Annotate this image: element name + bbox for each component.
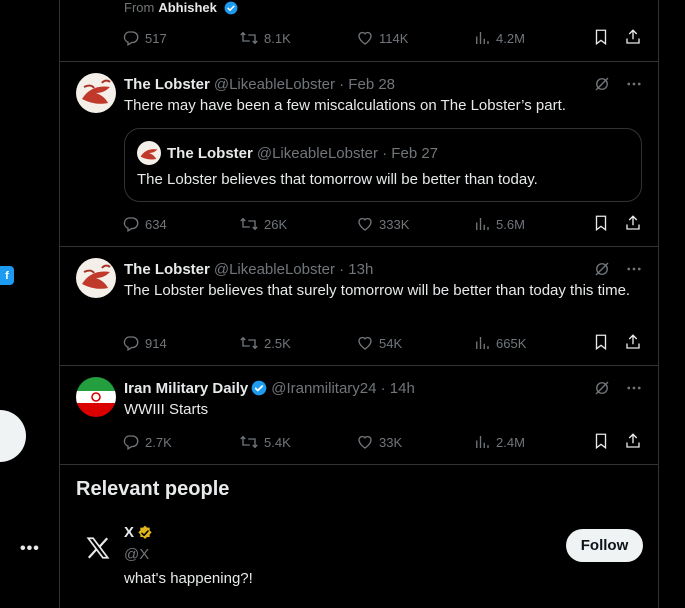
follow-button[interactable]: Follow: [566, 529, 643, 562]
verified-icon: [224, 1, 238, 15]
views-button[interactable]: 5.6M: [473, 215, 590, 233]
share-icon[interactable]: [624, 28, 642, 49]
like-icon: [356, 215, 374, 233]
tweet[interactable]: The Lobster @LikeableLobster · Feb 28 Th…: [60, 62, 659, 247]
tweet-text: WWIII Starts: [124, 401, 209, 418]
like-button[interactable]: 114K: [356, 29, 473, 47]
quote-author-handle: @LikeableLobster · Feb 27: [256, 144, 439, 162]
views-icon: [473, 433, 491, 451]
avatar[interactable]: [76, 258, 116, 298]
repost-icon: [239, 334, 259, 352]
tweet-header: Iran Military Daily @Iranmilitary24 · 14…: [124, 378, 643, 398]
reply-button[interactable]: 634: [122, 215, 239, 233]
repost-button[interactable]: 5.4K: [239, 433, 356, 451]
timeline-column: From Abhishek 517 8.1K 114K 4.2M The Lob…: [59, 0, 659, 608]
like-icon: [356, 29, 374, 47]
tweet-text: The Lobster believes that surely tomorro…: [124, 282, 631, 299]
repost-icon: [239, 215, 259, 233]
person-bio: what's happening?!: [124, 570, 253, 587]
more-icon[interactable]: [625, 379, 643, 397]
repost-icon: [239, 29, 259, 47]
tweet-top-partial[interactable]: From Abhishek 517 8.1K 114K 4.2M: [60, 0, 659, 62]
grok-icon[interactable]: [593, 260, 611, 278]
grok-icon[interactable]: [593, 75, 611, 93]
reply-icon: [122, 29, 140, 47]
more-icon[interactable]: [625, 260, 643, 278]
repost-button[interactable]: 26K: [239, 215, 356, 233]
author-handle[interactable]: @LikeableLobster · Feb 28: [214, 76, 395, 93]
like-icon: [356, 334, 374, 352]
views-button[interactable]: 665K: [473, 334, 590, 352]
facebook-badge[interactable]: f: [0, 266, 14, 285]
author-name[interactable]: The Lobster: [124, 76, 210, 93]
author-name[interactable]: The Lobster: [124, 261, 210, 278]
views-button[interactable]: 4.2M: [473, 29, 590, 47]
person-name[interactable]: X: [124, 524, 134, 541]
avatar[interactable]: [76, 73, 116, 113]
bookmark-icon[interactable]: [592, 214, 610, 235]
reply-button[interactable]: 914: [122, 334, 239, 352]
quote-tweet[interactable]: The Lobster @LikeableLobster · Feb 27 Th…: [124, 128, 642, 202]
like-icon: [356, 433, 374, 451]
reply-icon: [122, 215, 140, 233]
from-name[interactable]: Abhishek: [158, 0, 217, 15]
reply-icon: [122, 433, 140, 451]
person-handle[interactable]: @X: [124, 546, 149, 563]
like-button[interactable]: 33K: [356, 433, 473, 451]
like-button[interactable]: 54K: [356, 334, 473, 352]
tweet-text: There may have been a few miscalculation…: [124, 97, 566, 114]
bookmark-icon[interactable]: [592, 333, 610, 354]
avatar[interactable]: [76, 377, 116, 417]
reply-button[interactable]: 517: [122, 29, 239, 47]
views-icon: [473, 215, 491, 233]
views-icon: [473, 29, 491, 47]
tweet[interactable]: Iran Military Daily @Iranmilitary24 · 14…: [60, 366, 659, 465]
quote-author-name: The Lobster: [167, 144, 253, 162]
action-bar: 914 2.5K 54K 665K: [122, 333, 642, 353]
tweet[interactable]: The Lobster @LikeableLobster · 13h The L…: [60, 247, 659, 366]
author-name[interactable]: Iran Military Daily: [124, 380, 248, 397]
bookmark-icon[interactable]: [592, 432, 610, 453]
share-icon[interactable]: [624, 214, 642, 235]
repost-button[interactable]: 2.5K: [239, 334, 356, 352]
repost-icon: [239, 433, 259, 451]
action-bar: 634 26K 333K 5.6M: [122, 214, 642, 234]
reply-icon: [122, 334, 140, 352]
action-bar: 517 8.1K 114K 4.2M: [122, 28, 642, 48]
verified-gold-icon: [137, 525, 153, 541]
relevant-person[interactable]: X @X what's happening?! Follow: [60, 520, 659, 608]
grok-icon[interactable]: [593, 379, 611, 397]
compose-button[interactable]: [0, 410, 26, 462]
repost-button[interactable]: 8.1K: [239, 29, 356, 47]
views-button[interactable]: 2.4M: [473, 433, 590, 451]
quote-avatar: [137, 141, 161, 165]
verified-icon: [251, 380, 267, 396]
tweet-header: The Lobster @LikeableLobster · 13h: [124, 259, 643, 279]
from-row: From Abhishek: [124, 0, 238, 15]
bookmark-icon[interactable]: [592, 28, 610, 49]
author-handle[interactable]: @Iranmilitary24 · 14h: [271, 380, 415, 397]
share-icon[interactable]: [624, 432, 642, 453]
left-rail: f •••: [0, 0, 60, 608]
like-button[interactable]: 333K: [356, 215, 473, 233]
tweet-header: The Lobster @LikeableLobster · Feb 28: [124, 74, 643, 94]
author-handle[interactable]: @LikeableLobster · 13h: [214, 261, 374, 278]
relevant-people-title: Relevant people: [76, 478, 230, 500]
quote-text: The Lobster believes that tomorrow will …: [137, 171, 538, 188]
views-icon: [473, 334, 491, 352]
more-menu-button[interactable]: •••: [20, 540, 40, 558]
x-logo-icon[interactable]: [78, 528, 118, 568]
share-icon[interactable]: [624, 333, 642, 354]
more-icon[interactable]: [625, 75, 643, 93]
reply-button[interactable]: 2.7K: [122, 433, 239, 451]
action-bar: 2.7K 5.4K 33K 2.4M: [122, 432, 642, 452]
